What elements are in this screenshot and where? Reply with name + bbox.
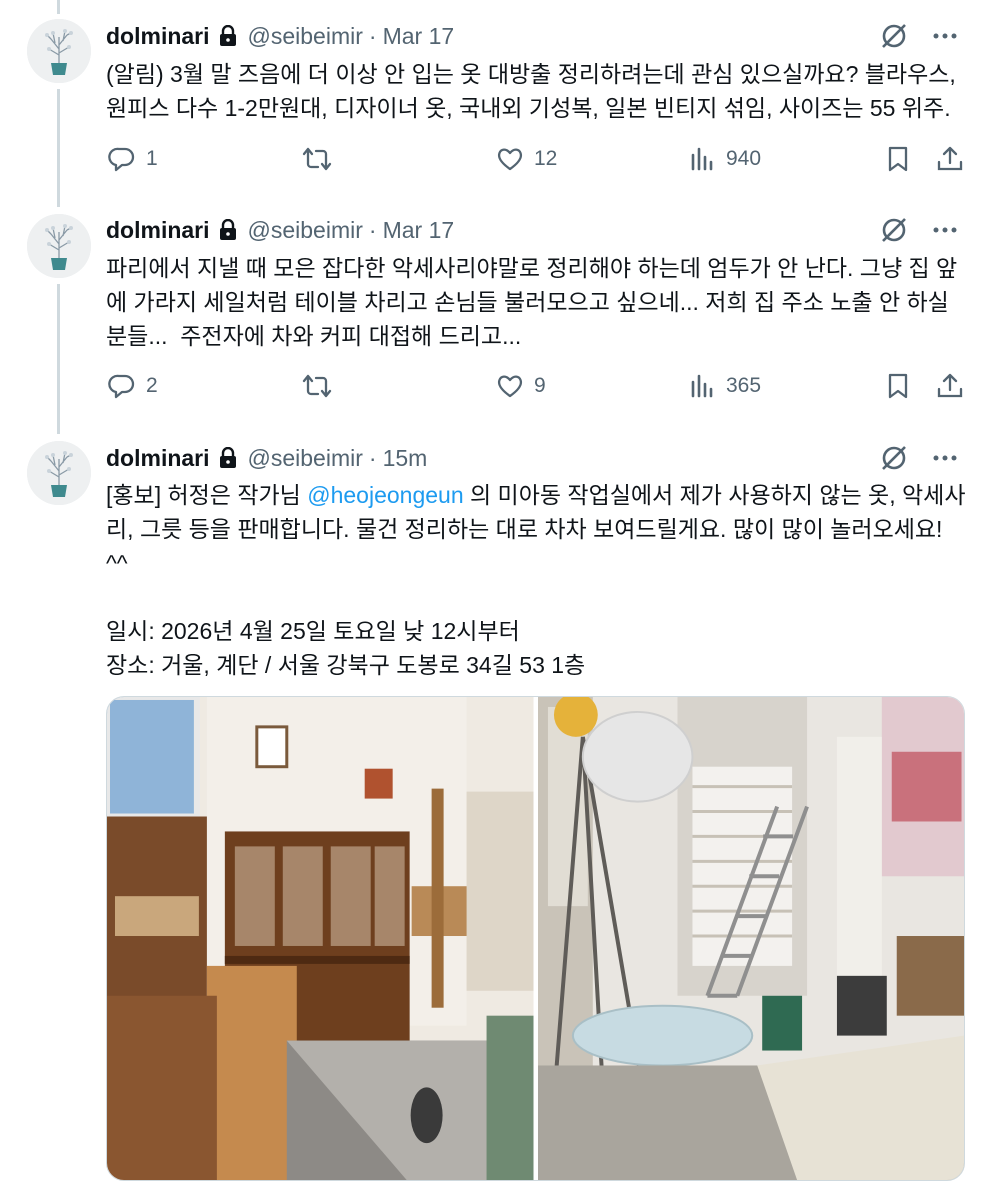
reply-button[interactable]: 1 xyxy=(108,143,158,175)
share-button[interactable] xyxy=(936,143,974,175)
avatar-plant-image xyxy=(27,214,91,278)
separator-dot: · xyxy=(368,444,377,471)
views-button[interactable]: 365 xyxy=(690,370,761,402)
display-name[interactable]: dolminari xyxy=(106,217,210,244)
like-count: 12 xyxy=(534,147,558,170)
reply-button[interactable]: 2 xyxy=(108,370,158,402)
lock-icon xyxy=(219,25,236,46)
share-icon xyxy=(937,146,963,171)
more-icon[interactable] xyxy=(931,22,959,50)
tweet-text: (알림) 3월 말 즈음에 더 이상 안 입는 옷 대방출 정리하려는데 관심 … xyxy=(106,61,963,121)
thread-line xyxy=(57,89,60,207)
like-icon xyxy=(497,375,523,398)
views-icon xyxy=(691,374,713,398)
avatar-plant-image xyxy=(27,19,91,83)
reply-icon xyxy=(108,374,135,399)
handle[interactable]: @seibeimir xyxy=(248,217,363,244)
tweet-header: dolminari @seibeimir · Mar 17 xyxy=(106,214,454,246)
reply-icon xyxy=(108,147,135,172)
separator-dot: · xyxy=(368,216,377,243)
thread-line xyxy=(57,284,60,434)
bookmark-button[interactable] xyxy=(886,370,920,402)
tweet-actions: 2 9 365 xyxy=(106,370,964,402)
share-icon xyxy=(937,373,963,398)
tweet-media xyxy=(106,696,965,1181)
avatar[interactable] xyxy=(27,19,91,83)
tweet-text-part: [홍보] 허정은 작가님 xyxy=(106,482,308,508)
tweet-text: [홍보] 허정은 작가님 @heojeongeun 의 미아동 작업실에서 제가… xyxy=(106,478,966,682)
avatar-plant-image xyxy=(27,441,91,505)
handle[interactable]: @seibeimir xyxy=(248,445,363,472)
avatar[interactable] xyxy=(27,214,91,278)
photo-image xyxy=(537,697,964,1180)
tweet-text: 파리에서 지낼 때 모은 잡다한 악세사리야말로 정리해야 하는데 엄두가 안 … xyxy=(106,255,958,349)
bookmark-icon xyxy=(888,373,908,399)
views-button[interactable]: 940 xyxy=(690,143,761,175)
like-count: 9 xyxy=(534,374,546,397)
views-count: 365 xyxy=(726,374,762,397)
handle[interactable]: @seibeimir xyxy=(248,23,363,50)
views-count: 940 xyxy=(726,147,762,170)
retweet-icon xyxy=(302,374,332,398)
timestamp[interactable]: Mar 17 xyxy=(383,23,455,50)
tweet-header: dolminari @seibeimir · 15m xyxy=(106,442,427,474)
lock-icon xyxy=(219,447,236,468)
timestamp[interactable]: Mar 17 xyxy=(383,217,455,244)
more-icon[interactable] xyxy=(931,216,959,244)
grok-icon[interactable] xyxy=(879,21,909,51)
grok-icon[interactable] xyxy=(879,215,909,245)
tweet-text-part: 의 미아동 작업실에서 제가 사용하지 않는 옷, 악세사리, 그릇 등을 판매… xyxy=(106,482,966,678)
avatar[interactable] xyxy=(27,441,91,505)
share-button[interactable] xyxy=(936,370,974,402)
mention-link[interactable]: @heojeongeun xyxy=(307,482,463,508)
separator-dot: · xyxy=(368,22,377,49)
retweet-icon xyxy=(302,147,332,171)
retweet-button[interactable] xyxy=(302,143,342,175)
display-name[interactable]: dolminari xyxy=(106,445,210,472)
reply-count: 2 xyxy=(146,374,158,397)
bookmark-icon xyxy=(888,146,908,172)
like-icon xyxy=(497,148,523,171)
tweet-actions: 1 12 940 xyxy=(106,143,964,175)
retweet-button[interactable] xyxy=(302,370,342,402)
grok-icon[interactable] xyxy=(879,443,909,473)
like-button[interactable]: 12 xyxy=(496,143,557,175)
photo-studio-interior[interactable] xyxy=(537,697,964,1180)
tweet-header: dolminari @seibeimir · Mar 17 xyxy=(106,20,454,52)
lock-icon xyxy=(219,219,236,240)
display-name[interactable]: dolminari xyxy=(106,23,210,50)
reply-count: 1 xyxy=(146,147,158,170)
bookmark-button[interactable] xyxy=(886,143,920,175)
timestamp[interactable]: 15m xyxy=(383,445,428,472)
photo-image xyxy=(107,697,534,1180)
like-button[interactable]: 9 xyxy=(496,370,546,402)
more-icon[interactable] xyxy=(931,444,959,472)
thread-line xyxy=(57,0,60,14)
photo-studio-shelves[interactable] xyxy=(107,697,534,1180)
views-icon xyxy=(691,147,713,171)
